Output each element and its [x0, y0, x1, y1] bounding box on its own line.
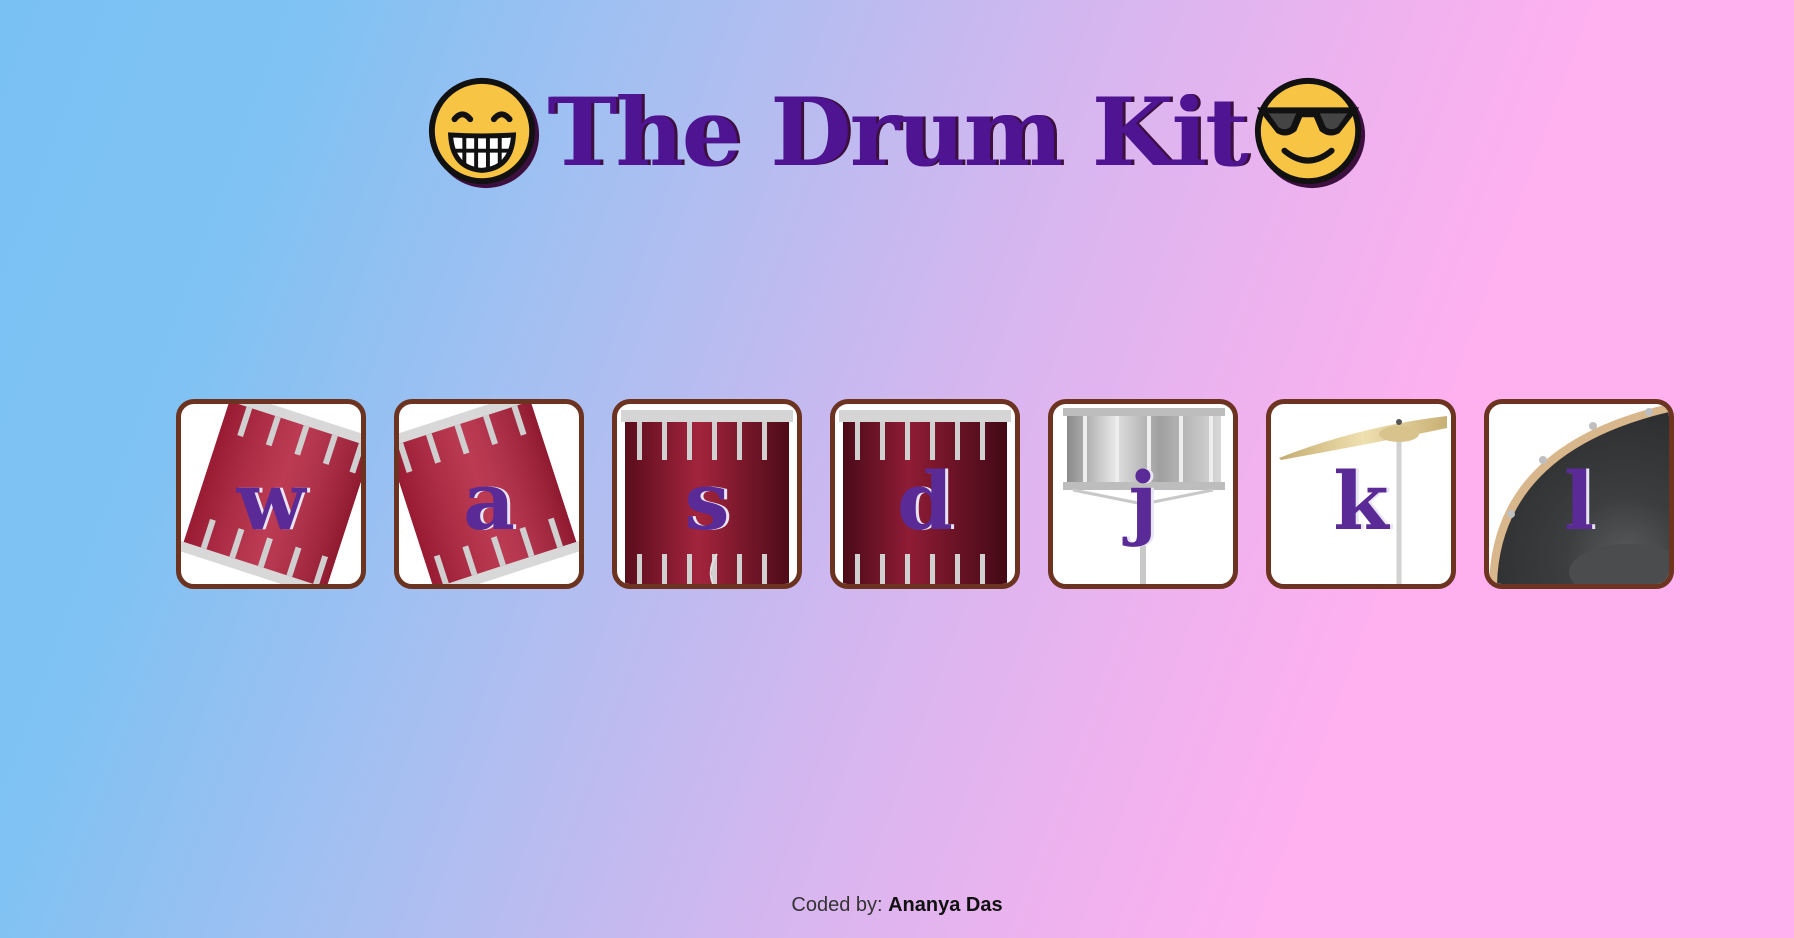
drum-key-label: d: [897, 454, 953, 548]
footer: Coded by: Ananya Das: [0, 894, 1794, 917]
title-text: The Drum Kit: [547, 78, 1248, 188]
drum-key-label: w: [236, 454, 306, 548]
drum-key-label: j: [1128, 454, 1158, 548]
grinning-face-icon: [425, 74, 543, 192]
footer-prefix: Coded by:: [791, 894, 883, 916]
drum-button-l[interactable]: l: [1484, 399, 1674, 589]
page-title: The Drum Kit: [0, 68, 1794, 200]
drum-key-label: s: [684, 454, 730, 548]
drum-row: w a s d j k l: [176, 399, 1674, 589]
sunglasses-face-icon: [1251, 74, 1369, 192]
drum-button-w[interactable]: w: [176, 399, 366, 589]
drum-button-k[interactable]: k: [1266, 399, 1456, 589]
drum-key-label: k: [1333, 454, 1389, 548]
drum-button-j[interactable]: j: [1048, 399, 1238, 589]
footer-author: Ananya Das: [888, 894, 1003, 916]
drum-button-s[interactable]: s: [612, 399, 802, 589]
drum-key-label: a: [463, 454, 515, 548]
drum-button-a[interactable]: a: [394, 399, 584, 589]
drum-key-label: l: [1563, 454, 1595, 548]
drum-button-d[interactable]: d: [830, 399, 1020, 589]
